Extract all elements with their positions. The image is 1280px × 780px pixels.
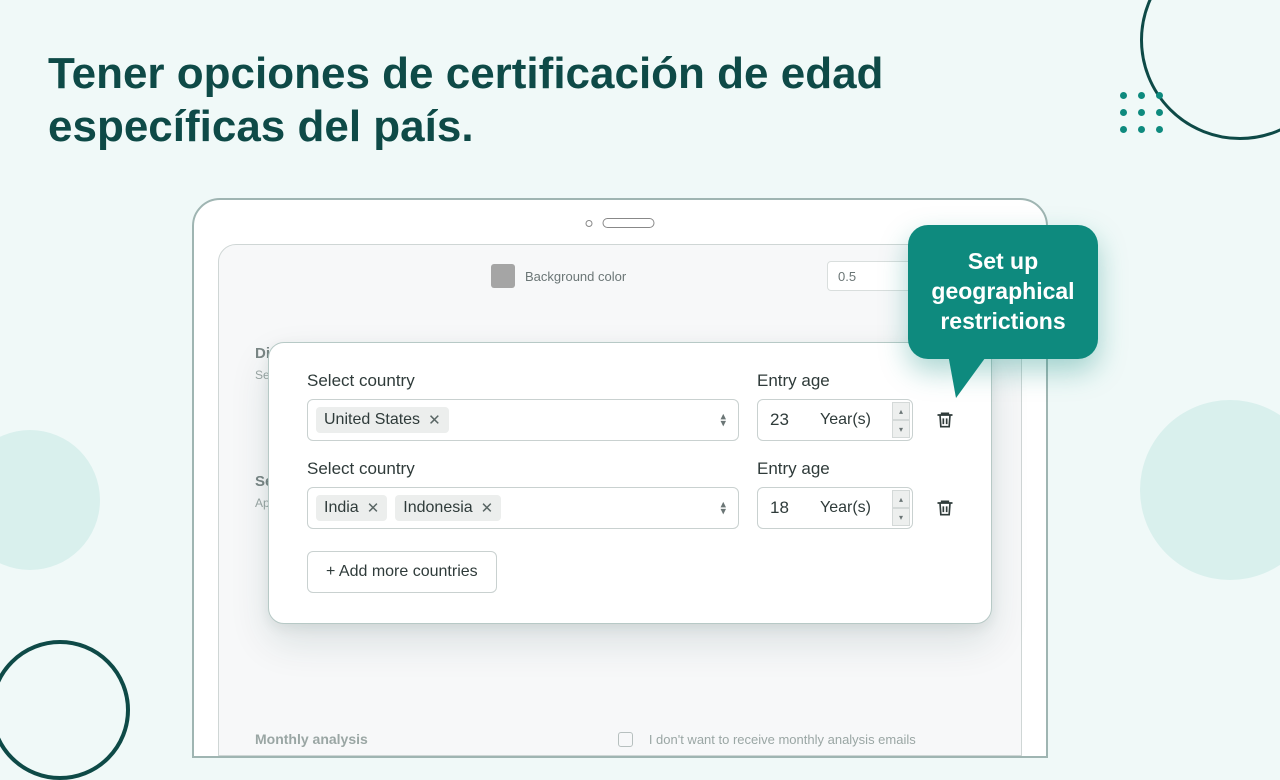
geo-restrictions-modal: Select country United States ✕ ▴▾ Entry … <box>268 342 992 624</box>
delete-row-button[interactable] <box>931 399 959 441</box>
remove-chip-icon[interactable]: ✕ <box>428 411 441 429</box>
remove-chip-icon[interactable]: ✕ <box>367 499 380 517</box>
decorative-blob <box>0 430 100 570</box>
device-notch <box>586 218 655 228</box>
trash-icon <box>935 497 955 519</box>
color-swatch[interactable] <box>491 264 515 288</box>
country-row: Select country India ✕ Indonesia ✕ ▴▾ En… <box>307 459 959 529</box>
callout-bubble: Set up geographical restrictions <box>908 225 1098 359</box>
monthly-checkbox-label: I don't want to receive monthly analysis… <box>649 732 916 747</box>
trash-icon <box>935 409 955 431</box>
age-unit: Year(s) <box>820 411 871 429</box>
entry-age-input[interactable]: 18 Year(s) ▴▾ <box>757 487 913 529</box>
country-chip: India ✕ <box>316 495 387 521</box>
entry-age-label: Entry age <box>757 371 913 391</box>
age-unit: Year(s) <box>820 499 871 517</box>
select-country-label: Select country <box>307 459 739 479</box>
page-headline: Tener opciones de certificación de edad … <box>48 48 1008 154</box>
entry-age-input[interactable]: 23 Year(s) ▴▾ <box>757 399 913 441</box>
select-country-label: Select country <box>307 371 739 391</box>
decorative-circle <box>0 640 130 780</box>
age-value: 23 <box>770 410 820 430</box>
delete-row-button[interactable] <box>931 487 959 529</box>
country-chip-label: India <box>324 499 359 517</box>
entry-age-label: Entry age <box>757 459 913 479</box>
country-select[interactable]: India ✕ Indonesia ✕ ▴▾ <box>307 487 739 529</box>
decorative-dots <box>1120 92 1164 133</box>
number-spinner[interactable]: ▴▾ <box>892 402 910 438</box>
country-row: Select country United States ✕ ▴▾ Entry … <box>307 371 959 441</box>
country-select[interactable]: United States ✕ ▴▾ <box>307 399 739 441</box>
select-caret-icon: ▴▾ <box>720 413 726 426</box>
background-color-label: Background color <box>525 269 626 284</box>
monthly-analysis-row: Monthly analysis I don't want to receive… <box>255 719 997 758</box>
country-chip: United States ✕ <box>316 407 449 433</box>
country-chip: Indonesia ✕ <box>395 495 501 521</box>
remove-chip-icon[interactable]: ✕ <box>481 499 494 517</box>
decorative-blob <box>1140 400 1280 580</box>
country-chip-label: United States <box>324 411 420 429</box>
monthly-checkbox[interactable] <box>618 732 633 747</box>
age-value: 18 <box>770 498 820 518</box>
number-spinner[interactable]: ▴▾ <box>892 490 910 526</box>
monthly-analysis-label: Monthly analysis <box>255 731 368 747</box>
select-caret-icon: ▴▾ <box>720 501 726 514</box>
country-chip-label: Indonesia <box>403 499 472 517</box>
add-countries-button[interactable]: + Add more countries <box>307 551 497 593</box>
